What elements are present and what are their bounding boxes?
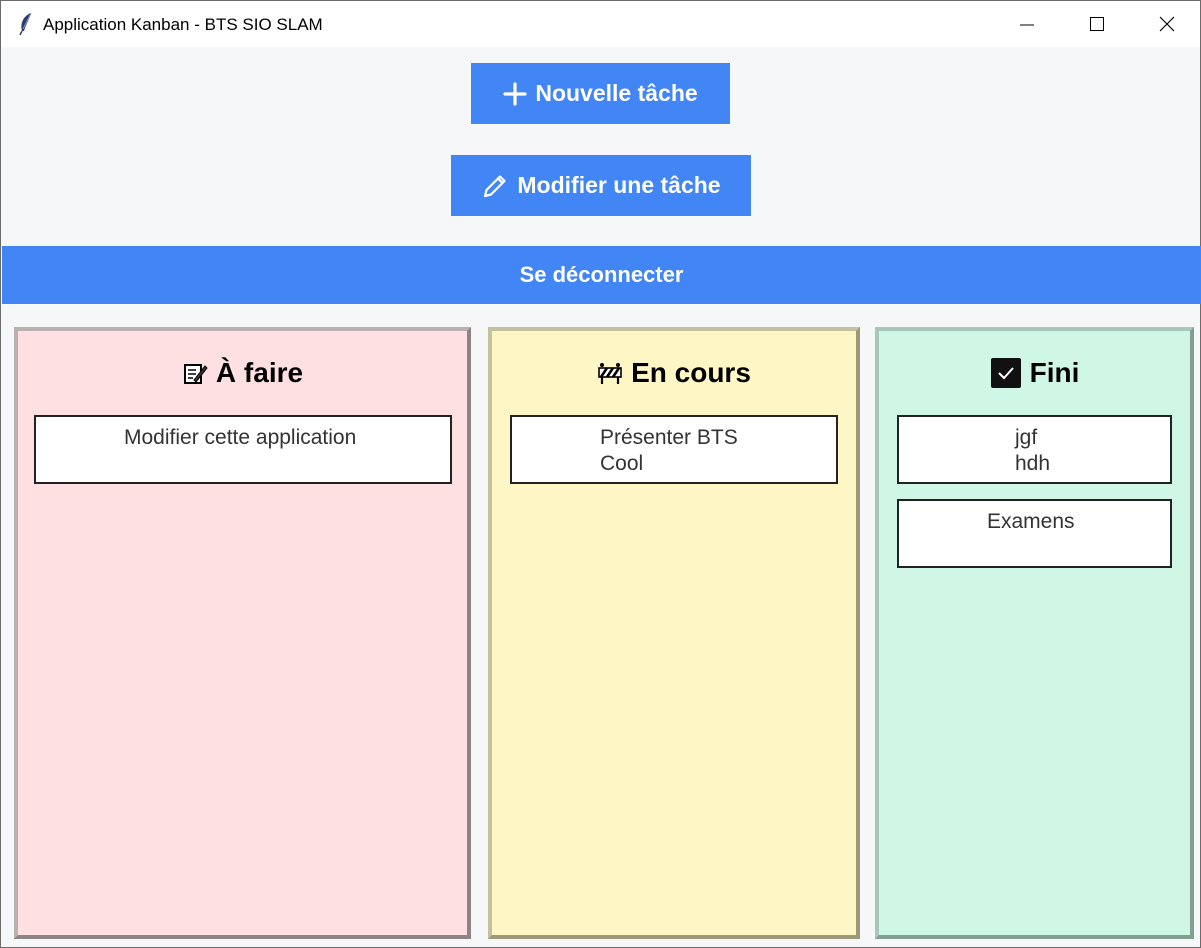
feather-icon [19, 13, 31, 36]
window-title: Application Kanban - BTS SIO SLAM [43, 15, 323, 34]
close-icon [1159, 16, 1175, 32]
task-card-text: Examens [987, 510, 1075, 533]
task-card[interactable]: Modifier cette application [34, 415, 452, 484]
column-in-progress: En cours Présenter BTS Cool [488, 327, 860, 939]
close-button[interactable] [1131, 1, 1201, 47]
maximize-icon [1090, 17, 1104, 31]
task-card[interactable]: Examens [897, 499, 1172, 568]
maximize-button[interactable] [1061, 1, 1131, 47]
column-header: Fini [879, 357, 1190, 389]
column-title: Fini [1029, 357, 1080, 388]
logout-label: Se déconnecter [519, 262, 684, 287]
minimize-icon [1020, 24, 1034, 26]
task-card-text: jgf hdh [1015, 426, 1051, 475]
plus-icon [503, 81, 527, 106]
column-todo: À faire Modifier cette application [14, 327, 471, 939]
column-title: À faire [215, 357, 304, 388]
check-box-icon [990, 358, 1021, 388]
new-task-label: Nouvelle tâche [535, 80, 698, 106]
logout-button[interactable]: Se déconnecter [2, 246, 1201, 304]
column-header: À faire [18, 357, 467, 389]
construction-icon [598, 363, 622, 384]
task-card[interactable]: Présenter BTS Cool [510, 415, 838, 484]
task-card-text: Présenter BTS Cool [600, 426, 738, 475]
task-card-text: Modifier cette application [124, 426, 357, 449]
new-task-button[interactable]: Nouvelle tâche [471, 63, 730, 124]
column-title: En cours [631, 357, 751, 388]
minimize-button[interactable] [991, 1, 1061, 47]
column-done: Fini jgf hdh Examens [875, 327, 1194, 939]
column-header: En cours [492, 357, 856, 389]
title-bar[interactable]: Application Kanban - BTS SIO SLAM [1, 1, 1200, 47]
task-card[interactable]: jgf hdh [897, 415, 1172, 484]
pencil-icon [484, 174, 506, 197]
memo-icon [183, 364, 208, 384]
edit-task-button[interactable]: Modifier une tâche [451, 155, 751, 216]
edit-task-label: Modifier une tâche [517, 172, 721, 198]
app-window: Application Kanban - BTS SIO SLAM Nouvel… [0, 0, 1201, 948]
